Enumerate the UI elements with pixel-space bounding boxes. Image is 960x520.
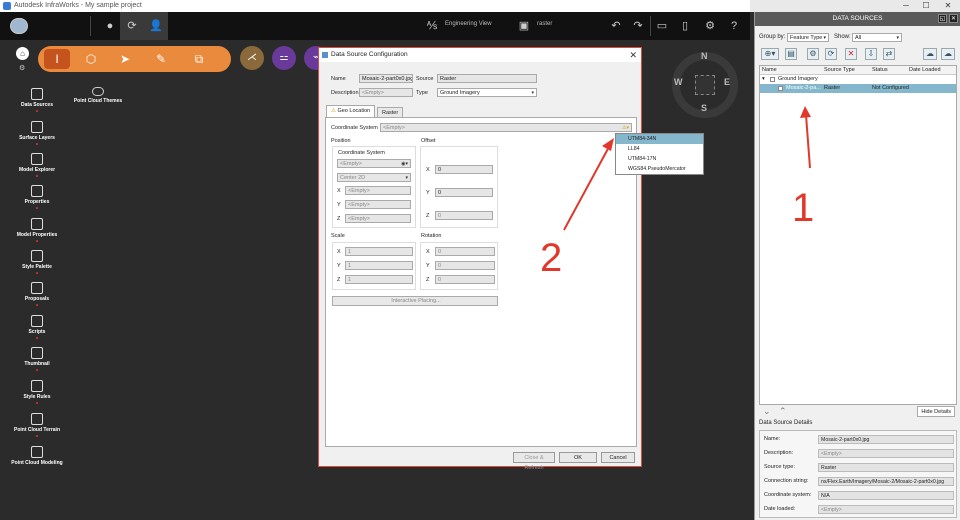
annotation-arrow-1 [805,114,811,169]
arrowhead-icon [602,138,614,151]
annotation-arrow-2 [563,144,611,231]
arrowhead-icon [800,106,811,118]
annotation-number-2: 2 [540,236,563,280]
annotation-overlay [563,106,811,231]
annotation-number-1: 1 [792,186,815,230]
